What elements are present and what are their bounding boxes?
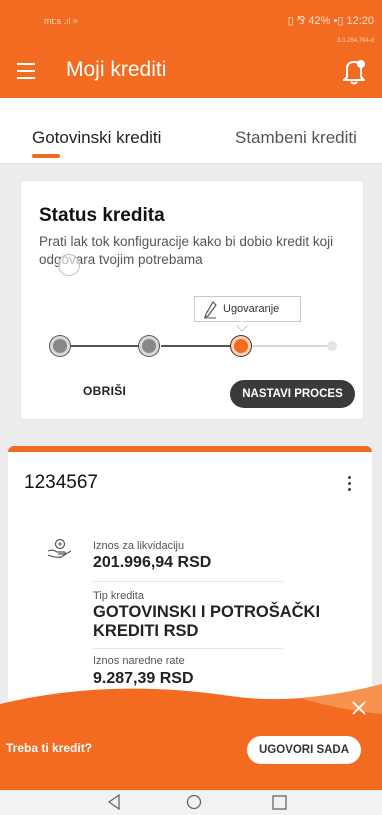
loan-type-value: GOTOVINSKI I POTROŠAČKI KREDITI RSD xyxy=(93,603,321,640)
step-4 xyxy=(327,341,337,351)
divider xyxy=(93,648,283,649)
recent-apps-icon[interactable] xyxy=(272,795,287,810)
pen-icon xyxy=(204,301,217,319)
step-connector xyxy=(71,345,149,347)
step-connector xyxy=(161,345,237,347)
active-tab-indicator xyxy=(32,154,60,158)
status-bar: mt:s .ıl ≈ ▯ ⅋ 42% ▪▯ 12:20 3.0.264.764-… xyxy=(0,0,382,46)
divider xyxy=(93,581,283,582)
liquidation-amount-label: Iznos za likvidaciju xyxy=(93,540,185,552)
step-connector xyxy=(253,345,331,347)
banner-text: Treba ti kredit? xyxy=(6,741,93,755)
tab-cash-loans[interactable]: Gotovinski krediti xyxy=(32,128,161,148)
loan-number: 1234567 xyxy=(24,472,98,493)
version-text: 3.0.264.764-d xyxy=(336,38,374,44)
signal-indicators: mt:s .ıl ≈ xyxy=(44,16,78,26)
progress-stepper xyxy=(21,331,365,361)
loan-type-label: Tip kredita xyxy=(93,590,144,602)
next-installment-label: Iznos naredne rate xyxy=(93,655,185,667)
coin-hand-icon xyxy=(47,538,72,558)
tab-bar: Gotovinski krediti Stambeni krediti xyxy=(0,98,382,164)
more-options-icon[interactable] xyxy=(348,476,352,492)
bell-icon[interactable] xyxy=(340,56,368,86)
hamburger-menu-icon[interactable] xyxy=(17,63,35,79)
back-icon[interactable] xyxy=(107,794,121,810)
loan-status-card: Status kredita Prati lak tok konfiguraci… xyxy=(20,180,364,420)
tab-housing-loans[interactable]: Stambeni krediti xyxy=(235,128,357,148)
close-icon[interactable] xyxy=(351,700,367,716)
system-nav-bar xyxy=(0,790,382,815)
status-card-title: Status kredita xyxy=(39,205,165,226)
promo-banner: Treba ti kredit? UGOVORI SADA xyxy=(0,684,382,790)
step-1 xyxy=(50,336,70,356)
apply-now-button[interactable]: UGOVORI SADA xyxy=(247,736,361,764)
status-indicators: ▯ ⅋ 42% ▪▯ 12:20 xyxy=(287,15,374,27)
step-3-current xyxy=(231,336,251,356)
step-2 xyxy=(139,336,159,356)
home-icon[interactable] xyxy=(186,794,202,810)
current-step-label: Ugovaranje xyxy=(223,303,280,315)
liquidation-amount-value: 201.996,94 RSD xyxy=(93,554,212,571)
delete-button[interactable]: OBRIŠI xyxy=(83,384,126,398)
status-card-description: Prati lak tok konfiguracije kako bi dobi… xyxy=(39,234,334,267)
touch-indicator xyxy=(58,254,80,276)
continue-process-button[interactable]: NASTAVI PROCES xyxy=(230,380,355,408)
current-step-tooltip: Ugovaranje xyxy=(194,296,301,332)
page-title: Moji krediti xyxy=(66,58,167,81)
app-bar: Moji krediti xyxy=(0,46,382,98)
